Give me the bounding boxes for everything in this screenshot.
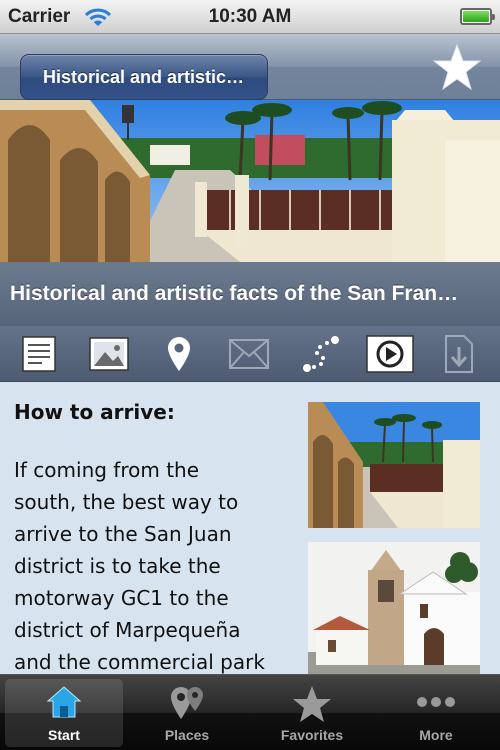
- tab-favorites[interactable]: Favorites: [253, 679, 371, 747]
- video-icon: [366, 335, 414, 373]
- download-icon: [445, 335, 473, 373]
- tab-label-places: Places: [164, 727, 210, 743]
- back-button[interactable]: Historical and artistic…: [10, 44, 268, 100]
- route-tab-button[interactable]: [299, 334, 343, 374]
- body-line: district is to take the: [14, 554, 221, 578]
- content-toolbar: [0, 326, 500, 382]
- image-icon: [89, 337, 129, 371]
- star-icon: [293, 686, 331, 722]
- tab-bar: Start Places Favorites More: [0, 674, 500, 750]
- text-icon: [22, 336, 56, 372]
- mail-tab-button[interactable]: [227, 334, 271, 374]
- body-line: motorway GC1 to the: [14, 586, 229, 610]
- page-title: Historical and artistic facts of the San…: [0, 262, 500, 326]
- tab-label-start: Start: [48, 727, 80, 743]
- video-tab-button[interactable]: [365, 334, 415, 374]
- back-button-label: Historical and artistic…: [20, 54, 268, 100]
- tab-start[interactable]: Start: [5, 679, 123, 747]
- header-photo: [0, 100, 500, 262]
- content-area[interactable]: How to arrive: If coming from the south,…: [0, 382, 500, 674]
- tab-places[interactable]: Places: [128, 679, 246, 747]
- body-line: If coming from the: [14, 458, 200, 482]
- location-pin-icon: [168, 337, 190, 371]
- street-photo-thumbnail[interactable]: [308, 402, 480, 528]
- star-icon: [432, 43, 482, 91]
- mail-icon: [229, 339, 269, 369]
- clock: 10:30 AM: [208, 6, 292, 27]
- download-tab-button[interactable]: [437, 334, 481, 374]
- navigation-bar: Historical and artistic…: [0, 34, 500, 100]
- status-bar: Carrier 10:30 AM: [0, 0, 500, 34]
- more-icon: [417, 697, 455, 707]
- home-icon: [46, 686, 82, 718]
- gallery-tab-button[interactable]: [87, 334, 131, 374]
- text-tab-button[interactable]: [17, 334, 61, 374]
- church-photo-thumbnail[interactable]: [308, 542, 480, 674]
- tab-more[interactable]: More: [377, 679, 495, 747]
- section-heading: How to arrive:: [14, 400, 175, 424]
- tab-label-more: More: [419, 727, 453, 743]
- tab-label-favorites: Favorites: [280, 727, 344, 743]
- battery-icon: [460, 8, 495, 25]
- places-icon: [171, 687, 203, 719]
- body-line: district of Marpequeña: [14, 618, 241, 642]
- body-line: south, the best way to: [14, 490, 239, 514]
- favorite-star-button[interactable]: [432, 42, 482, 92]
- route-icon: [303, 336, 339, 372]
- map-tab-button[interactable]: [157, 334, 201, 374]
- body-line: and the commercial park: [14, 650, 265, 674]
- body-line: arrive to the San Juan: [14, 522, 232, 546]
- body-text: If coming from the south, the best way t…: [14, 454, 304, 674]
